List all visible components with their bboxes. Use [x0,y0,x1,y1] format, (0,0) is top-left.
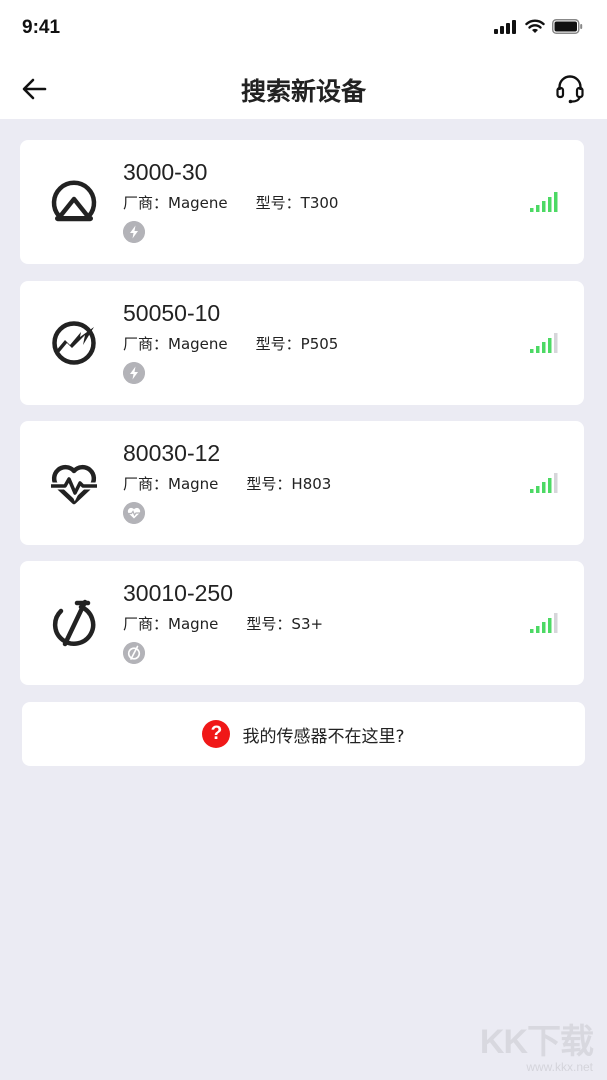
speed-sensor-icon [52,599,96,647]
power-meter-icon [52,321,96,365]
model-value: H803 [291,475,332,493]
status-icons [494,19,583,34]
model-label: 型号： [255,335,301,353]
status-time: 9:41 [22,17,61,38]
watermark-logo: KK下载 [479,1023,594,1061]
device-info: 厂商：Magne 型号：S3+ [123,613,323,634]
device-name: 30010-250 [123,580,233,606]
maker-label: 厂商： [123,335,169,353]
maker-label: 厂商： [123,475,169,493]
help-row: ? 我的传感器不在这里? [22,720,585,748]
device-card[interactable]: 80030-12 厂商：Magne 型号：H803 [20,421,584,545]
maker-value: Magne [168,475,219,493]
device-name: 50050-10 [123,300,221,326]
signal-strength-icon [530,613,558,633]
customer-support-button[interactable] [553,72,587,106]
question-icon: ? [202,720,231,748]
heart-icon [123,502,145,524]
device-info: 厂商：Magene 型号：T300 [123,192,338,213]
maker-value: Magne [168,615,219,633]
model-label: 型号： [246,475,292,493]
wifi-icon [525,19,545,33]
model-label: 型号： [246,615,292,633]
headset-icon [556,75,584,104]
heart-rate-icon [51,464,97,505]
watermark: KK下载 www.kkx.net [477,1000,597,1076]
maker-label: 厂商： [123,194,169,212]
cellular-signal-icon [494,19,516,34]
device-name: 80030-12 [123,440,221,466]
maker-label: 厂商： [123,615,169,633]
speed-icon [123,642,145,664]
model-value: T300 [300,194,339,212]
device-card[interactable]: 30010-250 厂商：Magne 型号：S3+ [20,561,584,685]
nav-bar: 搜索新设备 [0,58,607,119]
device-card[interactable]: 50050-10 厂商：Magene 型号：P505 [20,281,584,405]
help-text: 我的传感器不在这里? [242,726,405,747]
device-info: 厂商：Magne 型号：H803 [123,473,331,494]
status-bar: 9:41 [0,0,607,58]
device-name: 3000-30 [123,159,208,185]
battery-icon [552,19,583,34]
maker-value: Magene [168,194,228,212]
page-title: 搜索新设备 [240,77,366,106]
device-info: 厂商：Magene 型号：P505 [123,333,338,354]
model-label: 型号： [255,194,301,212]
signal-strength-icon [530,192,558,212]
signal-strength-icon [530,473,558,493]
model-value: P505 [300,335,339,353]
trainer-icon [51,180,97,222]
device-card[interactable]: 3000-30 厂商：Magene 型号：T300 [20,140,584,264]
lightning-icon [123,362,145,384]
model-value: S3+ [291,615,324,633]
maker-value: Magene [168,335,228,353]
watermark-url: www.kkx.net [526,1060,593,1074]
sensor-not-found-button[interactable]: ? 我的传感器不在这里? [22,702,585,766]
signal-strength-icon [530,333,558,353]
lightning-icon [123,221,145,243]
